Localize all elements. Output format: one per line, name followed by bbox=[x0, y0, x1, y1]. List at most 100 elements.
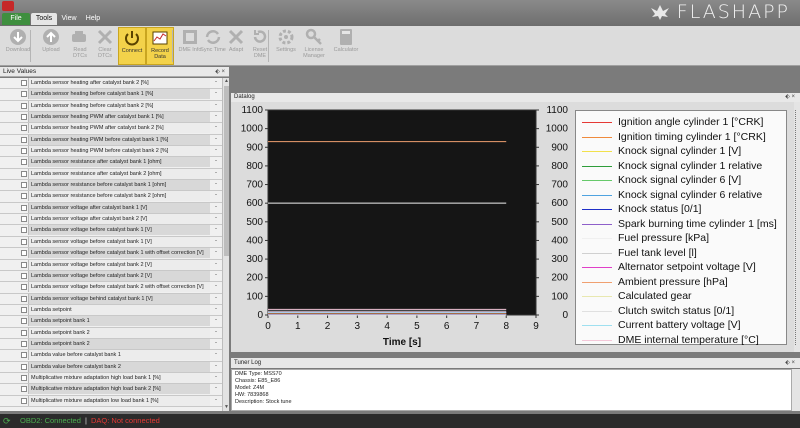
toolbar: Download Upload Read DTCs Clear DTCs Connect… bbox=[0, 26, 800, 66]
list-item[interactable]: Multiplicative mixture adaptation high l… bbox=[0, 384, 222, 396]
legend-entry[interactable]: DME internal temperature [°C] bbox=[576, 332, 786, 350]
menu-tools[interactable]: Tools bbox=[31, 13, 57, 25]
list-item[interactable]: Lambda value before catalyst bank 1- bbox=[0, 350, 222, 362]
value-checkbox[interactable] bbox=[21, 193, 27, 200]
menu-bar: File Tools View Help FLASHAPP bbox=[0, 0, 800, 26]
value-checkbox[interactable] bbox=[21, 204, 27, 211]
live-values-scrollbar[interactable]: ▲ ▼ bbox=[222, 78, 229, 411]
value-checkbox[interactable] bbox=[21, 318, 27, 325]
value-checkbox[interactable] bbox=[21, 306, 27, 313]
value-checkbox[interactable] bbox=[21, 102, 27, 109]
value-checkbox[interactable] bbox=[21, 329, 27, 336]
list-item[interactable]: Lambda sensor heating PWM after catalyst… bbox=[0, 112, 222, 124]
list-item[interactable]: Lambda sensor heating before catalyst ba… bbox=[0, 89, 222, 101]
list-item[interactable]: Lambda sensor voltage before catalyst ba… bbox=[0, 270, 222, 283]
settings-button[interactable]: Settings bbox=[272, 27, 300, 65]
calculator-button[interactable]: Calculator bbox=[332, 27, 360, 65]
list-item[interactable]: Lambda setpoint bank 1- bbox=[0, 316, 222, 328]
list-item[interactable]: Lambda value before catalyst bank 2- bbox=[0, 361, 222, 373]
splitter-handle[interactable] bbox=[795, 110, 799, 345]
record-data-button[interactable]: Record Data bbox=[146, 27, 174, 65]
list-item[interactable]: Lambda sensor heating PWM after catalyst… bbox=[0, 123, 222, 135]
license-manager-button[interactable]: License Manager bbox=[300, 27, 328, 65]
value-checkbox[interactable] bbox=[21, 159, 27, 166]
value-checkbox[interactable] bbox=[21, 272, 27, 279]
value-checkbox[interactable] bbox=[21, 80, 27, 86]
list-item[interactable]: Lambda sensor voltage before catalyst ba… bbox=[0, 282, 222, 294]
read-dtcs-button[interactable]: Read DTCs bbox=[66, 27, 94, 65]
value-checkbox[interactable] bbox=[21, 261, 27, 268]
value-label: Lambda sensor voltage before catalyst ba… bbox=[28, 248, 210, 259]
scroll-up-icon[interactable]: ▲ bbox=[223, 78, 230, 85]
value-reading: - bbox=[215, 396, 217, 403]
list-item[interactable]: Lambda sensor voltage after catalyst ban… bbox=[0, 214, 222, 226]
tuner-log-scrollbar[interactable] bbox=[792, 369, 800, 411]
reset-dme-button[interactable]: Reset DME bbox=[246, 27, 274, 65]
clear-dtcs-button[interactable]: Clear DTCs bbox=[91, 27, 119, 65]
panel-pin-close-icons[interactable]: ⬖ × bbox=[785, 358, 795, 368]
value-checkbox[interactable] bbox=[21, 170, 27, 177]
list-item[interactable]: Lambda sensor heating PWM before catalys… bbox=[0, 134, 222, 147]
value-checkbox[interactable] bbox=[21, 91, 27, 98]
list-item[interactable]: Lambda sensor voltage before catalyst ba… bbox=[0, 248, 222, 260]
list-item[interactable]: Lambda setpoint - bbox=[0, 304, 222, 317]
value-label: Lambda sensor resistance before catalyst… bbox=[28, 180, 210, 191]
legend-label: Calculated gear bbox=[618, 290, 692, 302]
value-checkbox[interactable] bbox=[21, 363, 27, 370]
value-label: Lambda sensor voltage before catalyst ba… bbox=[28, 259, 210, 270]
list-item[interactable]: Multiplicative mixture adaptation high l… bbox=[0, 372, 222, 385]
value-checkbox[interactable] bbox=[21, 284, 27, 291]
value-checkbox[interactable] bbox=[21, 136, 27, 143]
list-item[interactable]: Lambda sensor voltage after catalyst ban… bbox=[0, 202, 222, 215]
refresh-icon[interactable]: ⟳ bbox=[3, 416, 11, 426]
list-item[interactable]: Lambda sensor resistance after catalyst … bbox=[0, 168, 222, 181]
value-checkbox[interactable] bbox=[21, 352, 27, 359]
value-checkbox[interactable] bbox=[21, 238, 27, 245]
list-item[interactable]: Lambda sensor voltage behind catalyst ba… bbox=[0, 293, 222, 305]
connect-button[interactable]: Connect bbox=[118, 27, 146, 65]
value-checkbox[interactable] bbox=[21, 125, 27, 132]
value-checkbox[interactable] bbox=[21, 250, 27, 257]
tuner-log-text[interactable]: DME Type: MSS70 Chassis: E85_E86 Model: Z4… bbox=[231, 369, 792, 411]
list-item[interactable]: Lambda sensor heating PWM before catalys… bbox=[0, 146, 222, 158]
panel-pin-close-icons[interactable]: ⬖ × bbox=[785, 93, 795, 102]
x-tick-label: 4 bbox=[384, 321, 390, 332]
list-item[interactable]: Lambda sensor heating before catalyst ba… bbox=[0, 100, 222, 113]
list-item[interactable]: Lambda sensor voltage before catalyst ba… bbox=[0, 259, 222, 271]
value-label: Lambda sensor heating before catalyst ba… bbox=[28, 89, 210, 100]
list-item[interactable]: Lambda sensor heating after catalyst ban… bbox=[0, 78, 222, 90]
datalog-chart[interactable]: 0 0100 100200 200300 300400 400500 500600 60070… bbox=[231, 102, 576, 352]
value-checkbox[interactable] bbox=[21, 340, 27, 347]
upload-button[interactable]: Upload bbox=[37, 27, 65, 65]
value-checkbox[interactable] bbox=[21, 182, 27, 189]
panel-pin-close-icons[interactable]: ⬖ × bbox=[215, 67, 225, 77]
list-item[interactable]: Lambda sensor voltage before catalyst ba… bbox=[0, 236, 222, 249]
menu-help[interactable]: Help bbox=[82, 13, 104, 25]
list-item[interactable]: Lambda setpoint bank 2- bbox=[0, 338, 222, 351]
list-item[interactable]: Lambda sensor resistance before catalyst… bbox=[0, 180, 222, 192]
legend-label: Knock signal cylinder 1 relative bbox=[618, 159, 763, 172]
record-data-icon bbox=[152, 31, 168, 45]
value-checkbox[interactable] bbox=[21, 386, 27, 393]
value-checkbox[interactable] bbox=[21, 148, 27, 155]
list-item[interactable]: Multiplicative mixture adaptation low lo… bbox=[0, 395, 222, 407]
download-button[interactable]: Download bbox=[4, 27, 32, 65]
value-checkbox[interactable] bbox=[21, 295, 27, 302]
y-tick-label-left: 800 bbox=[246, 161, 263, 172]
list-item[interactable]: Lambda sensor resistance before catalyst… bbox=[0, 191, 222, 203]
scrollbar-thumb[interactable] bbox=[224, 86, 229, 256]
scroll-down-icon[interactable]: ▼ bbox=[223, 404, 230, 411]
list-item[interactable]: Lambda sensor resistance after catalyst … bbox=[0, 157, 222, 169]
value-checkbox[interactable] bbox=[21, 216, 27, 223]
value-checkbox[interactable] bbox=[21, 374, 27, 381]
y-tick-label-right: 1000 bbox=[546, 124, 569, 135]
list-item[interactable]: Lambda setpoint bank 2- bbox=[0, 327, 222, 339]
menu-view[interactable]: View bbox=[58, 13, 80, 25]
value-reading: - bbox=[215, 181, 217, 188]
menu-file[interactable]: File bbox=[2, 13, 30, 25]
value-checkbox[interactable] bbox=[21, 114, 27, 121]
list-item[interactable]: Lambda sensor voltage before catalyst ba… bbox=[0, 225, 222, 237]
legend-swatch bbox=[582, 122, 612, 123]
value-checkbox[interactable] bbox=[21, 397, 27, 404]
value-checkbox[interactable] bbox=[21, 227, 27, 234]
